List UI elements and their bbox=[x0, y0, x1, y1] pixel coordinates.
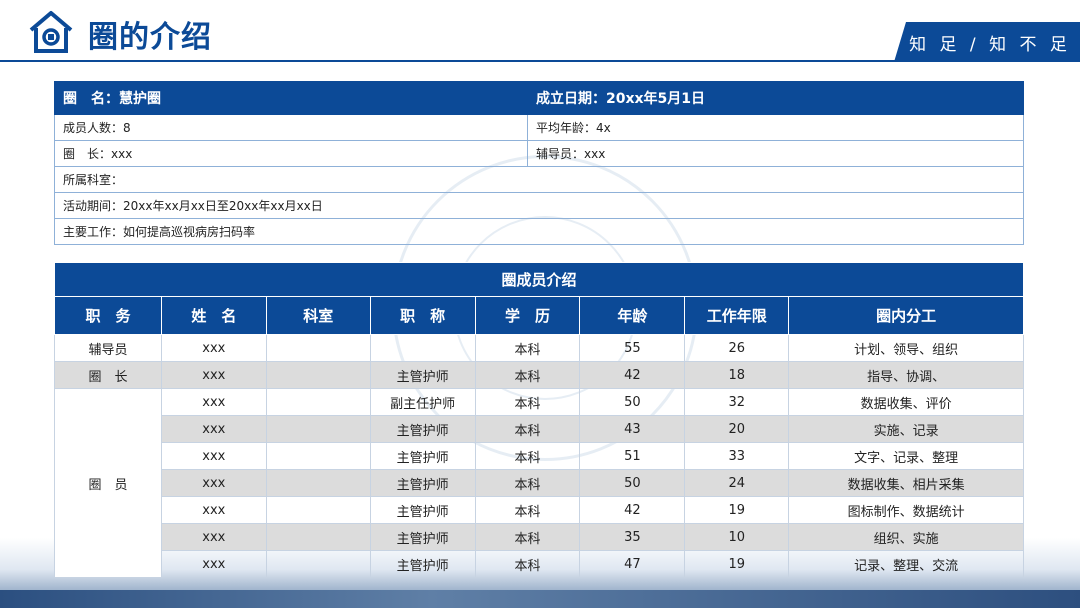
title-cell: 主管护师 bbox=[369, 469, 476, 497]
years-cell: 33 bbox=[684, 442, 790, 470]
column-header: 姓 名 bbox=[160, 296, 267, 335]
members-table-caption: 圈成员介绍 bbox=[54, 262, 1024, 297]
table-row: 辅导员 xxx 本科 55 26 计划、领导、组织 bbox=[54, 334, 1024, 362]
table-row: 圈 员 xxx 副主任护师 本科 50 32 数据收集、评价 bbox=[54, 388, 1024, 578]
duty-cell: 指导、协调、 bbox=[788, 361, 1024, 389]
column-header: 工作年限 bbox=[684, 296, 790, 335]
years-cell: 26 bbox=[684, 334, 790, 362]
education-cell: 本科 bbox=[474, 469, 581, 497]
members-table: 圈成员介绍 职 务 姓 名 科室 职 称 学 历 年龄 工作年限 圈内分工 辅导… bbox=[54, 262, 1024, 578]
age-cell: 55 bbox=[579, 334, 686, 362]
education-cell: 本科 bbox=[474, 442, 581, 470]
name-cell: xxx bbox=[160, 361, 267, 389]
column-header: 年龄 bbox=[579, 296, 686, 335]
column-header: 职 称 bbox=[369, 296, 476, 335]
table-row: xxx 主管护师 本科 35 10 组织、实施 bbox=[55, 523, 1024, 551]
age-cell: 43 bbox=[579, 415, 686, 443]
dept-cell bbox=[265, 496, 371, 524]
title-cell: 主管护师 bbox=[369, 496, 476, 524]
duty-cell: 实施、记录 bbox=[788, 415, 1024, 443]
title-cell: 主管护师 bbox=[369, 442, 476, 470]
education-cell: 本科 bbox=[474, 361, 581, 389]
role-cell: 圈 长 bbox=[54, 361, 162, 389]
title-cell: 主管护师 bbox=[369, 361, 476, 389]
department-cell: 所属科室： bbox=[54, 166, 1024, 193]
education-cell: 本科 bbox=[474, 496, 581, 524]
column-header: 学 历 bbox=[474, 296, 581, 335]
name-cell: xxx bbox=[160, 550, 267, 578]
years-cell: 24 bbox=[684, 469, 790, 497]
age-cell: 47 bbox=[579, 550, 686, 578]
education-cell: 本科 bbox=[474, 388, 581, 416]
circle-name-cell: 圈 名：慧护圈 bbox=[54, 81, 528, 115]
table-row: xxx 主管护师 本科 42 19 图标制作、数据统计 bbox=[55, 496, 1024, 524]
founded-date-cell: 成立日期：20xx年5月1日 bbox=[527, 81, 1024, 115]
name-cell: xxx bbox=[160, 442, 267, 470]
role-cell: 辅导员 bbox=[54, 334, 162, 362]
duty-cell: 图标制作、数据统计 bbox=[788, 496, 1024, 524]
years-cell: 20 bbox=[684, 415, 790, 443]
name-cell: xxx bbox=[160, 388, 267, 416]
duty-cell: 文字、记录、整理 bbox=[788, 442, 1024, 470]
table-row: 圈 长 xxx 主管护师 本科 42 18 指导、协调、 bbox=[54, 361, 1024, 389]
advisor-cell: 辅导员：xxx bbox=[527, 140, 1024, 167]
column-header: 职 务 bbox=[54, 296, 162, 335]
years-cell: 19 bbox=[684, 496, 790, 524]
education-cell: 本科 bbox=[474, 523, 581, 551]
leader-cell: 圈 长：xxx bbox=[54, 140, 528, 167]
duty-cell: 数据收集、相片采集 bbox=[788, 469, 1024, 497]
years-cell: 19 bbox=[684, 550, 790, 578]
table-row: xxx 主管护师 本科 51 33 文字、记录、整理 bbox=[55, 442, 1024, 470]
education-cell: 本科 bbox=[474, 550, 581, 578]
column-header: 圈内分工 bbox=[788, 296, 1024, 335]
dept-cell bbox=[265, 334, 371, 362]
dept-cell bbox=[265, 469, 371, 497]
average-age-cell: 平均年龄：4x bbox=[527, 114, 1024, 141]
column-header: 科室 bbox=[265, 296, 371, 335]
name-cell: xxx bbox=[160, 523, 267, 551]
dept-cell bbox=[265, 388, 371, 416]
dept-cell bbox=[265, 550, 371, 578]
slogan-banner: 知 足 / 知 不 足 bbox=[894, 22, 1080, 62]
dept-cell bbox=[265, 361, 371, 389]
years-cell: 32 bbox=[684, 388, 790, 416]
table-row: xxx 主管护师 本科 47 19 记录、整理、交流 bbox=[55, 550, 1024, 578]
age-cell: 42 bbox=[579, 361, 686, 389]
age-cell: 35 bbox=[579, 523, 686, 551]
dept-cell bbox=[265, 415, 371, 443]
years-cell: 10 bbox=[684, 523, 790, 551]
dept-cell bbox=[265, 523, 371, 551]
activity-period-cell: 活动期间：20xx年xx月xx日至20xx年xx月xx日 bbox=[54, 192, 1024, 219]
title-cell: 主管护师 bbox=[369, 523, 476, 551]
dept-cell bbox=[265, 442, 371, 470]
page-title: 圈的介绍 bbox=[88, 20, 212, 55]
name-cell: xxx bbox=[160, 469, 267, 497]
age-cell: 50 bbox=[579, 388, 686, 416]
title-cell bbox=[369, 334, 476, 362]
years-cell: 18 bbox=[684, 361, 790, 389]
duty-cell: 数据收集、评价 bbox=[788, 388, 1024, 416]
role-cell: 圈 员 bbox=[54, 388, 162, 578]
education-cell: 本科 bbox=[474, 334, 581, 362]
name-cell: xxx bbox=[160, 334, 267, 362]
age-cell: 50 bbox=[579, 469, 686, 497]
table-row: xxx 主管护师 本科 43 20 实施、记录 bbox=[55, 415, 1024, 443]
name-cell: xxx bbox=[160, 415, 267, 443]
title-cell: 副主任护师 bbox=[369, 388, 476, 416]
table-row: xxx 主管护师 本科 50 24 数据收集、相片采集 bbox=[55, 469, 1024, 497]
member-count-cell: 成员人数：8 bbox=[54, 114, 528, 141]
title-cell: 主管护师 bbox=[369, 415, 476, 443]
title-cell: 主管护师 bbox=[369, 550, 476, 578]
circle-info-table: 圈 名：慧护圈 成立日期：20xx年5月1日 成员人数：8 平均年龄：4x 圈 … bbox=[54, 81, 1024, 245]
duty-cell: 计划、领导、组织 bbox=[788, 334, 1024, 362]
name-cell: xxx bbox=[160, 496, 267, 524]
duty-cell: 组织、实施 bbox=[788, 523, 1024, 551]
age-cell: 51 bbox=[579, 442, 686, 470]
header-divider bbox=[0, 60, 1080, 62]
house-icon bbox=[29, 11, 73, 53]
education-cell: 本科 bbox=[474, 415, 581, 443]
main-work-cell: 主要工作：如何提高巡视病房扫码率 bbox=[54, 218, 1024, 245]
duty-cell: 记录、整理、交流 bbox=[788, 550, 1024, 578]
age-cell: 42 bbox=[579, 496, 686, 524]
